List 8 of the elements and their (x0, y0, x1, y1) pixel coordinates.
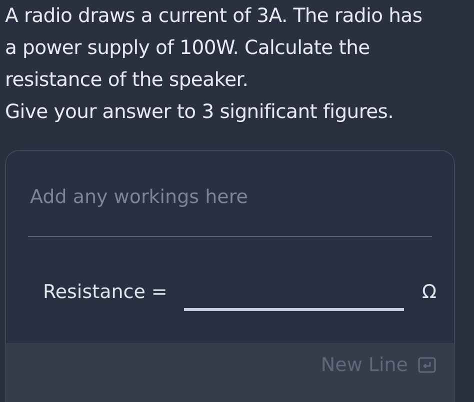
resistance-label: Resistance = (43, 280, 168, 305)
question-text: Give your answer to 3 significant figures. (5, 99, 395, 125)
workings-field[interactable]: Add any workings here (28, 179, 432, 237)
unit-text: Ω (422, 280, 437, 305)
question-text: a power supply of 100W. Calculate the (5, 35, 371, 61)
question-text: resistance of the speaker. (5, 67, 250, 93)
enter-key-icon (418, 357, 436, 373)
question-text: A radio draws a current of 3A. The radio has (5, 3, 424, 29)
